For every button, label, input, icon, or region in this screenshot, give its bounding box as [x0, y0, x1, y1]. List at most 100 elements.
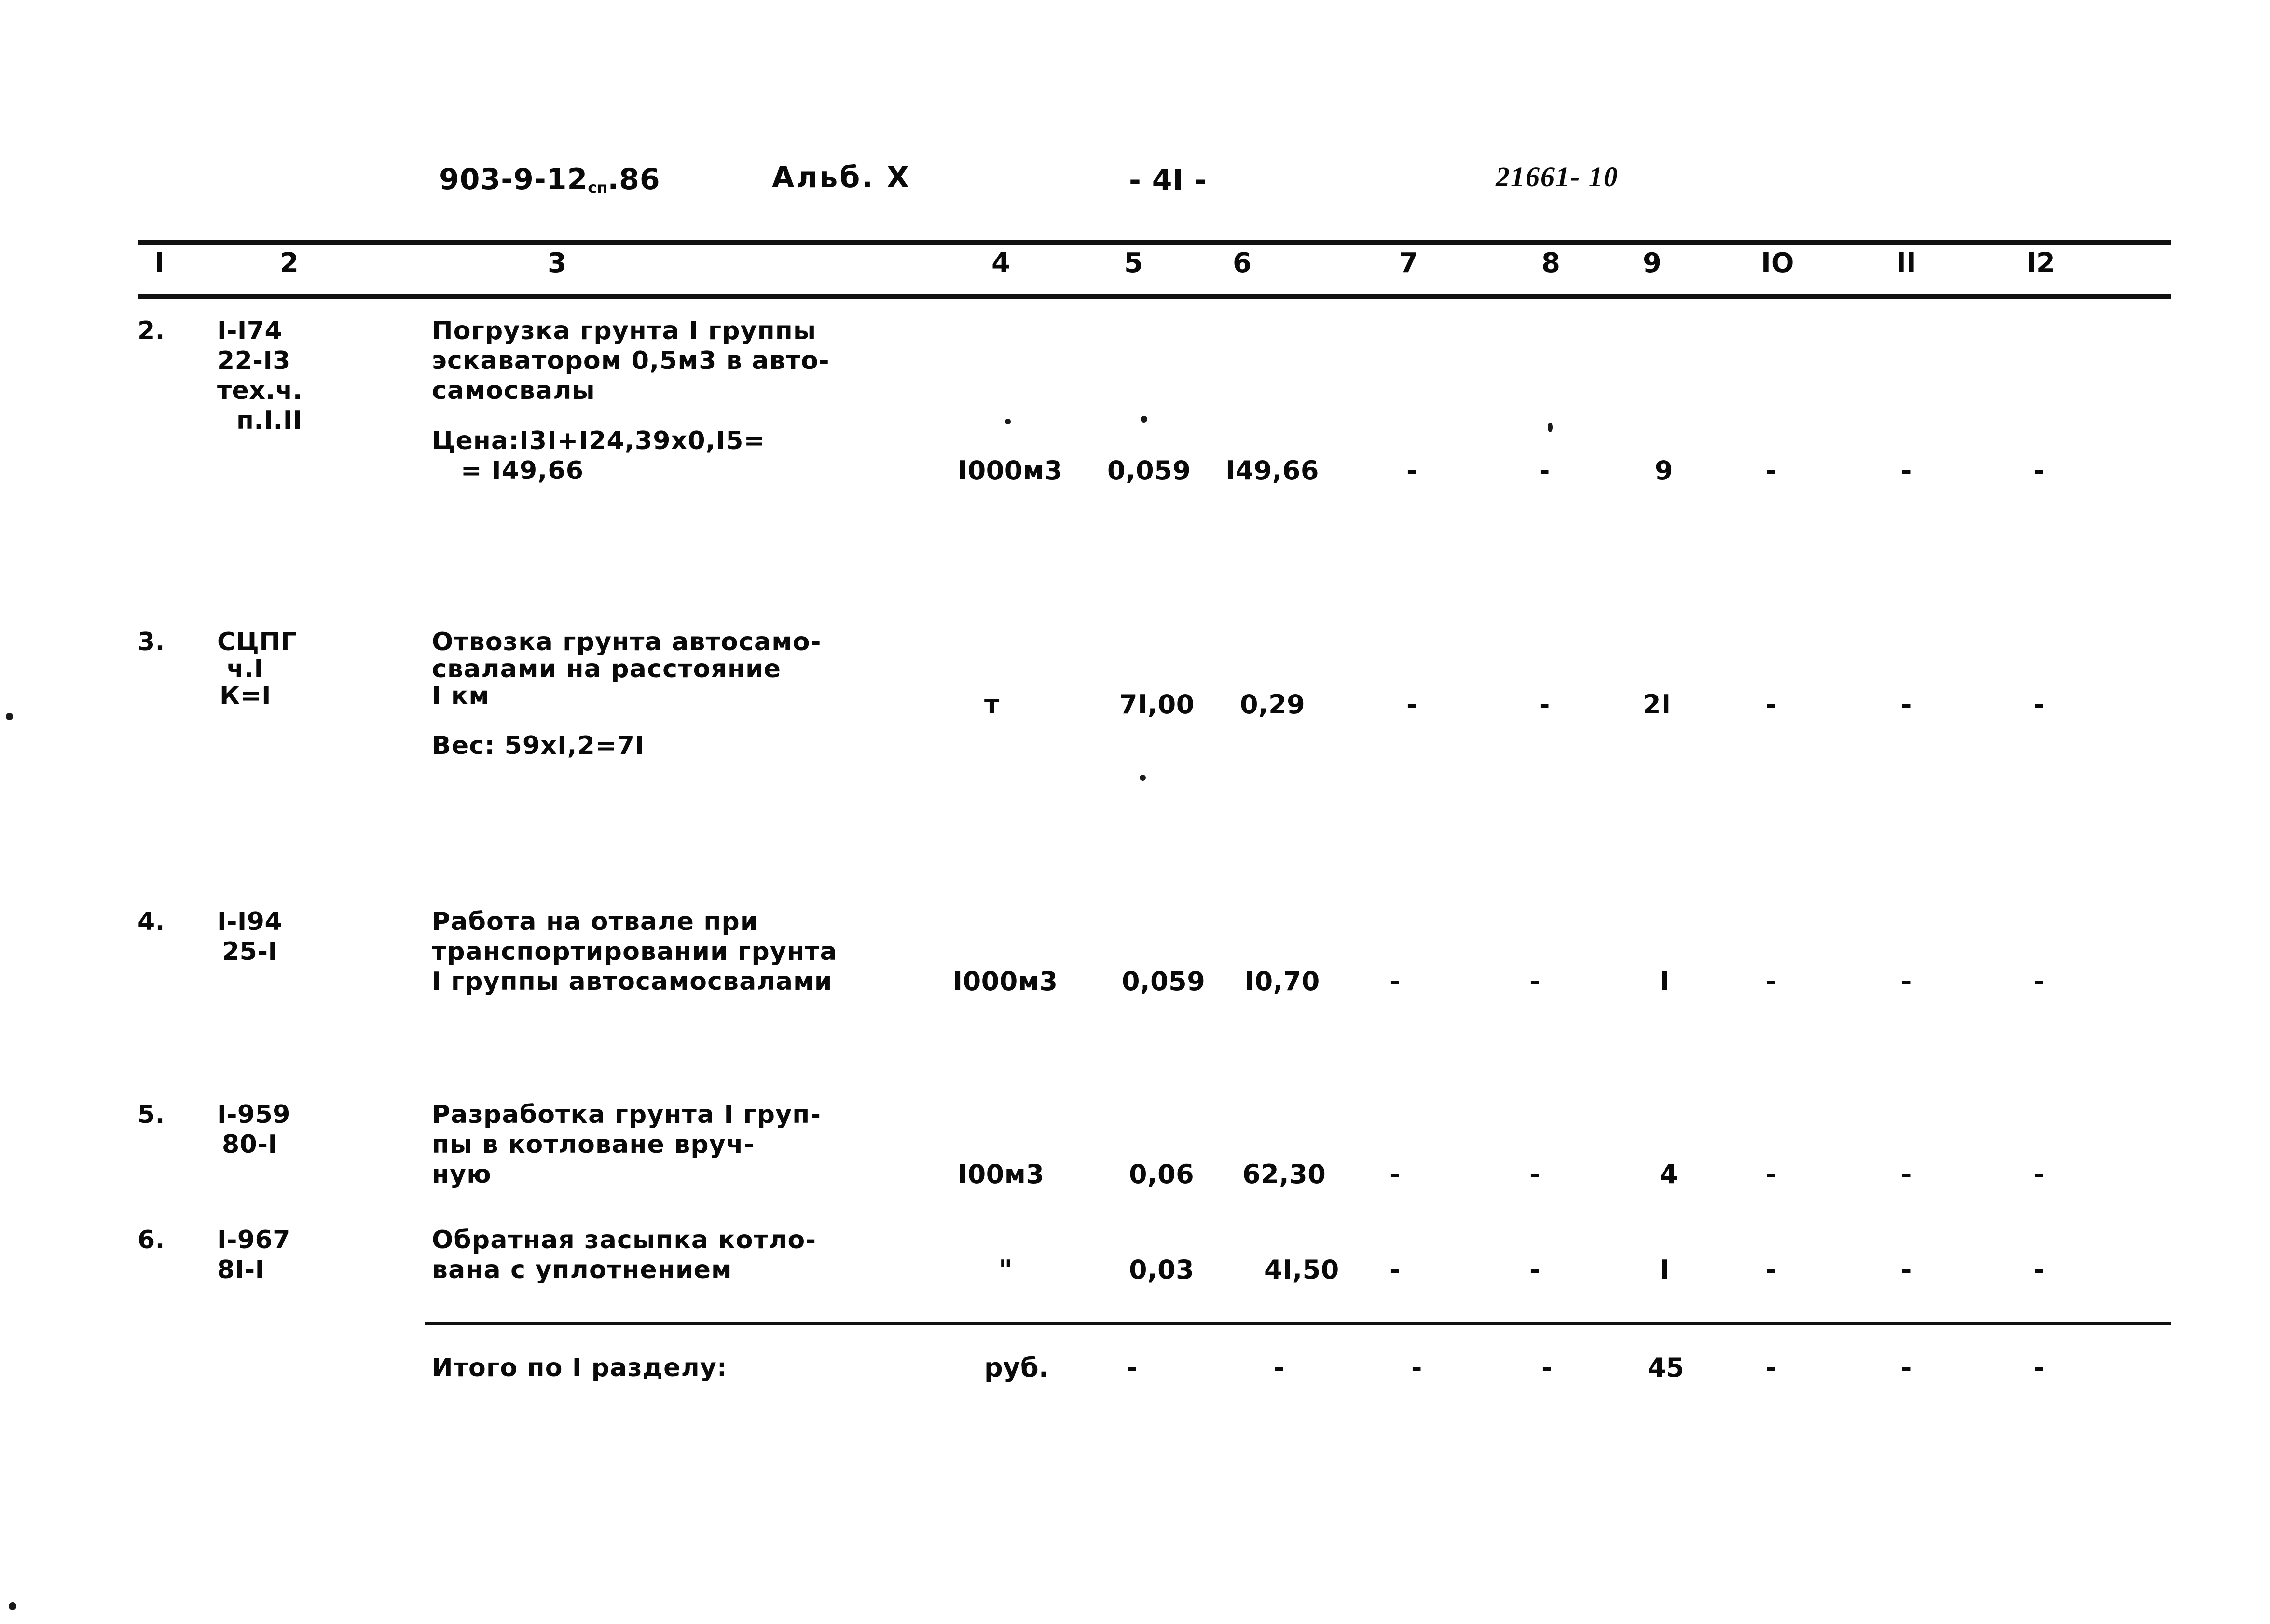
- row-code-line-3: тех.ч.: [217, 376, 303, 405]
- total-col10: -: [1766, 1352, 1777, 1383]
- row-description-line-2: пы в котловане вруч-: [432, 1130, 755, 1159]
- row-col5: 0,06: [1129, 1159, 1195, 1189]
- row-description-line-1: Работа на отвале при: [432, 907, 758, 936]
- row-number: 6.: [138, 1226, 165, 1255]
- row-col11: -: [1901, 1159, 1912, 1189]
- page-number: - 4I -: [1129, 164, 1207, 197]
- column-header-8: 8: [1541, 247, 1560, 279]
- row-description-line-1: Погрузка грунта I группы: [432, 316, 817, 345]
- row-col12: -: [2034, 689, 2045, 720]
- scan-speck: [1141, 416, 1147, 423]
- row-col6: 4I,50: [1264, 1255, 1339, 1285]
- column-header-4: 4: [991, 247, 1010, 279]
- column-header-9: 9: [1643, 247, 1662, 279]
- row-col9: 2I: [1643, 689, 1671, 720]
- row-col9: I: [1660, 1255, 1670, 1285]
- row-col12: -: [2034, 455, 2045, 486]
- row-col8: -: [1539, 455, 1550, 486]
- row-unit: I000м3: [958, 455, 1063, 486]
- total-unit: руб.: [984, 1352, 1049, 1383]
- row-col6: 62,30: [1242, 1159, 1326, 1189]
- document-code: 903-9-12сп.86: [439, 165, 660, 195]
- total-col12: -: [2034, 1352, 2045, 1383]
- row-description-line-3: I группы автосамосвалами: [432, 967, 833, 996]
- total-label: Итого по I разделу:: [432, 1353, 728, 1382]
- row-code-line-2: ч.I: [227, 655, 264, 683]
- row-unit: I000м3: [953, 966, 1058, 996]
- row-col9: 4: [1660, 1159, 1678, 1189]
- row-col10: -: [1766, 455, 1777, 486]
- row-col7: -: [1390, 966, 1401, 996]
- row-number: 3.: [138, 628, 165, 656]
- row-col7: -: [1406, 689, 1417, 720]
- row-description-line-2: вана с уплотнением: [432, 1256, 732, 1284]
- row-col6: I0,70: [1245, 966, 1320, 996]
- row-col11: -: [1901, 455, 1912, 486]
- row-col10: -: [1766, 1255, 1777, 1285]
- column-header-10: IO: [1761, 247, 1794, 279]
- row-code-line-3: К=I: [220, 682, 271, 710]
- row-note-line-1: Цена:I3I+I24,39х0,I5=: [432, 426, 766, 455]
- archive-stamp: 21661- 10: [1496, 161, 1619, 192]
- row-col11: -: [1901, 966, 1912, 996]
- row-col5: 0,059: [1122, 966, 1206, 996]
- total-col8: -: [1541, 1352, 1553, 1383]
- row-description-line-3: I км: [432, 682, 490, 710]
- row-code-line-1: I-959: [217, 1100, 290, 1129]
- row-description-line-1: Разработка грунта I груп-: [432, 1100, 822, 1129]
- column-header-6: 6: [1233, 247, 1252, 279]
- column-header-12: I2: [2026, 247, 2055, 279]
- total-col11: -: [1901, 1352, 1912, 1383]
- row-col7: -: [1390, 1255, 1401, 1285]
- row-description-line-2: свалами на расстояние: [432, 655, 782, 683]
- total-col6: -: [1274, 1352, 1285, 1383]
- row-col8: -: [1529, 1255, 1541, 1285]
- scan-speck: [1548, 423, 1553, 432]
- row-code-line-2: 22-I3: [217, 346, 290, 375]
- row-number: 5.: [138, 1100, 165, 1129]
- row-description-line-3: ную: [432, 1160, 492, 1189]
- row-unit: I00м3: [958, 1159, 1045, 1189]
- row-col9: 9: [1655, 455, 1674, 486]
- row-col12: -: [2034, 1159, 2045, 1189]
- column-header-5: 5: [1124, 247, 1143, 279]
- scan-speck: [1005, 419, 1011, 424]
- row-code-line-2: 25-I: [222, 937, 278, 966]
- row-number: 2.: [138, 316, 165, 345]
- document-code-subscript: сп: [588, 178, 608, 197]
- row-note-line-2: = I49,66: [461, 456, 584, 485]
- row-code-line-1: I-I74: [217, 316, 283, 345]
- row-col10: -: [1766, 689, 1777, 720]
- row-col12: -: [2034, 1255, 2045, 1285]
- row-number: 4.: [138, 907, 165, 936]
- document-code-year: .86: [607, 163, 660, 196]
- column-header-3: 3: [548, 247, 566, 279]
- document-code-main: 903-9-12: [439, 163, 588, 196]
- row-description-line-2: эскаватором 0,5м3 в авто-: [432, 346, 830, 375]
- row-col6: I49,66: [1225, 455, 1319, 486]
- row-description-line-2: транспортировании грунта: [432, 937, 838, 966]
- row-col11: -: [1901, 1255, 1912, 1285]
- row-code-line-4: п.I.II: [236, 406, 303, 435]
- column-header-1: I: [154, 247, 165, 279]
- row-description-line-1: Обратная засыпка котло-: [432, 1226, 817, 1255]
- row-code-line-1: СЦПГ: [217, 628, 297, 656]
- row-col9: I: [1660, 966, 1670, 996]
- column-header-7: 7: [1399, 247, 1418, 279]
- row-col7: -: [1390, 1159, 1401, 1189]
- scan-speck: [6, 713, 13, 720]
- document-header: 903-9-12сп.86 Альб. X - 4I - 21661- 10: [0, 159, 2270, 212]
- table-header-rule: [138, 294, 2171, 299]
- row-col8: -: [1529, 966, 1541, 996]
- row-col11: -: [1901, 689, 1912, 720]
- document-page: 903-9-12сп.86 Альб. X - 4I - 21661- 10 I…: [0, 0, 2270, 1624]
- column-header-2: 2: [280, 247, 299, 279]
- table-total-rule: [425, 1322, 2171, 1325]
- row-col5: 0,059: [1107, 455, 1191, 486]
- row-col8: -: [1529, 1159, 1541, 1189]
- row-unit: ": [999, 1255, 1013, 1285]
- row-description-line-1: Отвозка грунта автосамо-: [432, 628, 822, 656]
- row-description-line-3: самосвалы: [432, 376, 595, 405]
- row-col8: -: [1539, 689, 1550, 720]
- row-col5: 7I,00: [1119, 689, 1195, 720]
